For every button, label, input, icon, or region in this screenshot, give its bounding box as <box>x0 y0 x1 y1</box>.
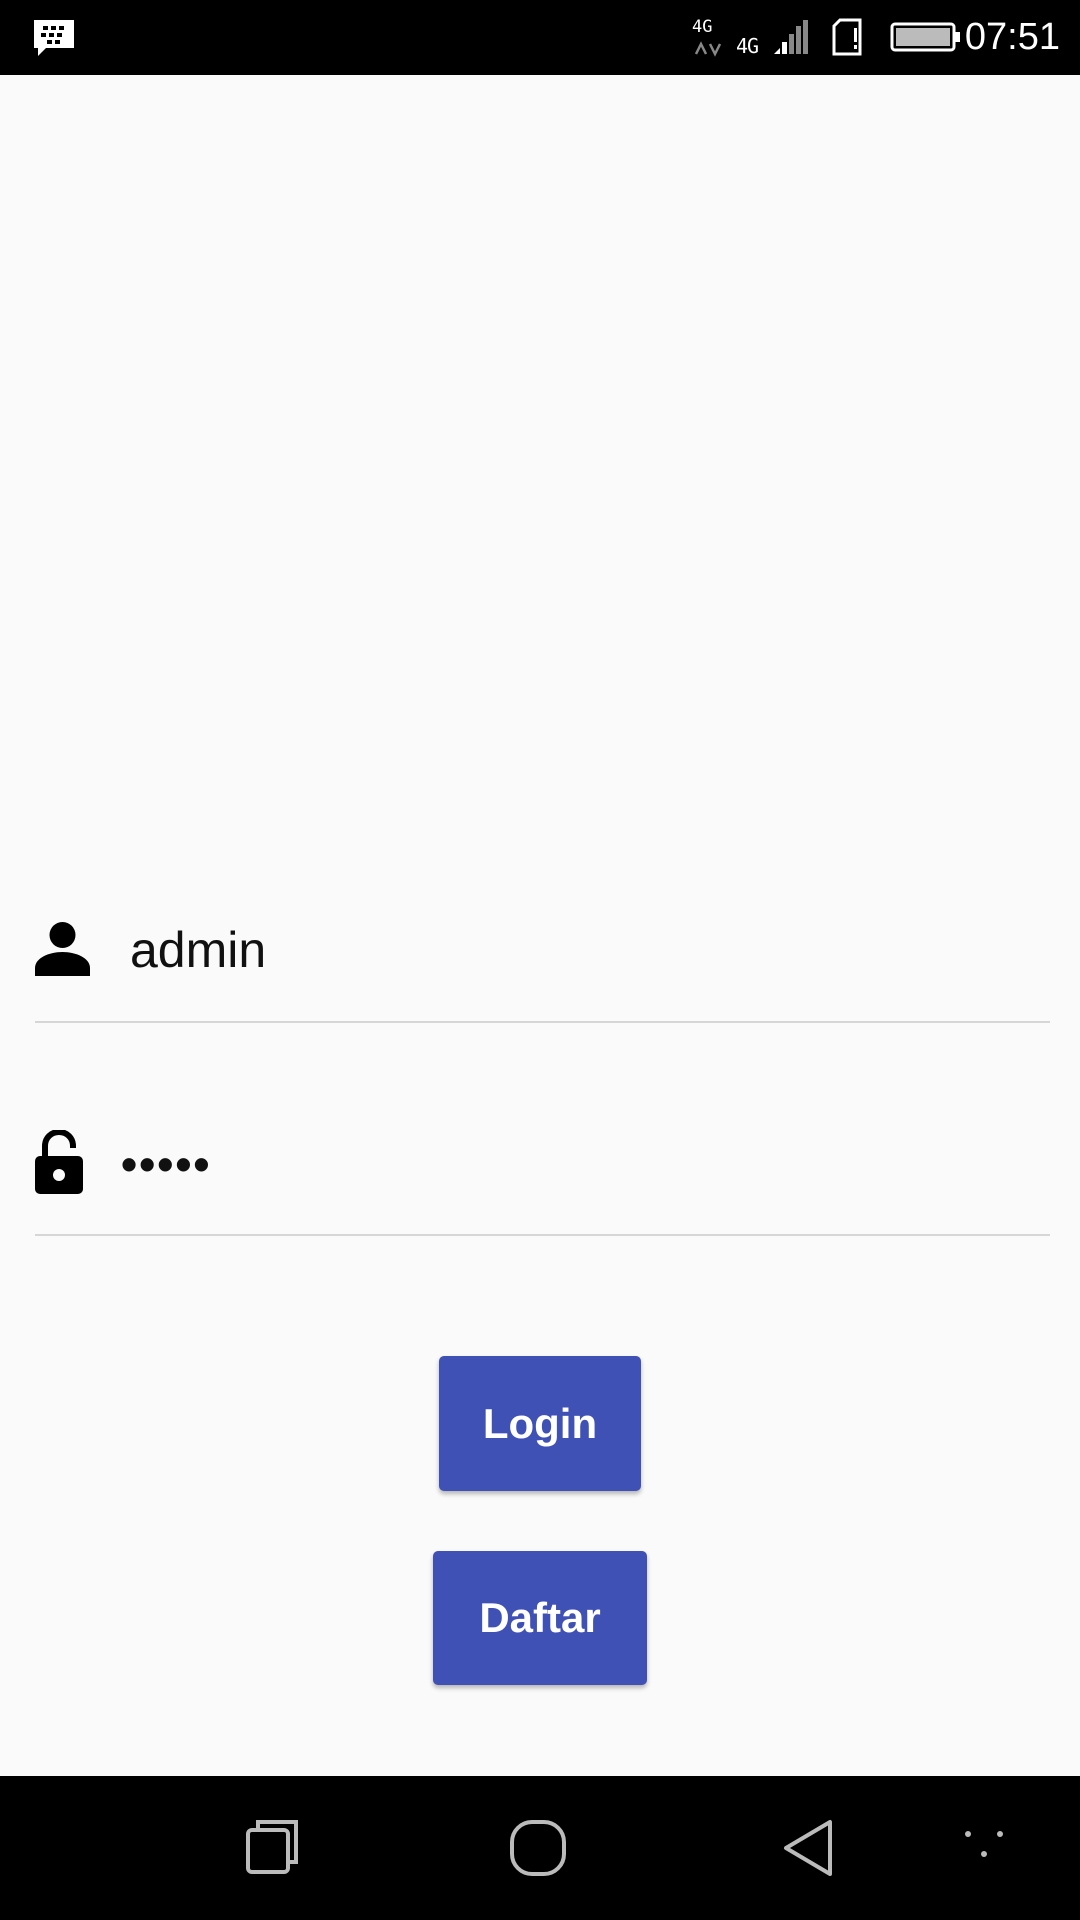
login-button[interactable]: Login <box>439 1356 641 1491</box>
back-icon[interactable] <box>776 1816 840 1880</box>
network-secondary-label: 4G <box>736 34 759 58</box>
signal-icon <box>774 20 808 54</box>
clock: 07:51 <box>964 16 1060 58</box>
password-field[interactable]: ••••• <box>35 1115 1050 1236</box>
person-icon <box>35 922 90 976</box>
home-icon[interactable] <box>506 1816 570 1880</box>
recents-icon[interactable] <box>240 1816 304 1880</box>
username-field[interactable]: admin <box>35 900 1050 1023</box>
status-bar: 4G 4G 07:51 <box>0 0 1080 75</box>
battery-icon <box>890 22 960 52</box>
network-4g-icon: 4G <box>692 17 722 57</box>
username-input[interactable]: admin <box>130 921 266 979</box>
navigation-bar <box>0 1776 1080 1920</box>
password-input[interactable]: ••••• <box>121 1137 212 1191</box>
svg-text:4G: 4G <box>692 17 712 37</box>
sim-icon <box>832 18 862 56</box>
more-icon[interactable] <box>960 1824 1008 1864</box>
bbm-icon <box>34 20 74 56</box>
register-button[interactable]: Daftar <box>433 1551 647 1685</box>
login-screen: 4G 4G 07:51 admin ••••• Login Daftar <box>0 0 1080 1920</box>
lock-open-icon <box>35 1130 83 1194</box>
